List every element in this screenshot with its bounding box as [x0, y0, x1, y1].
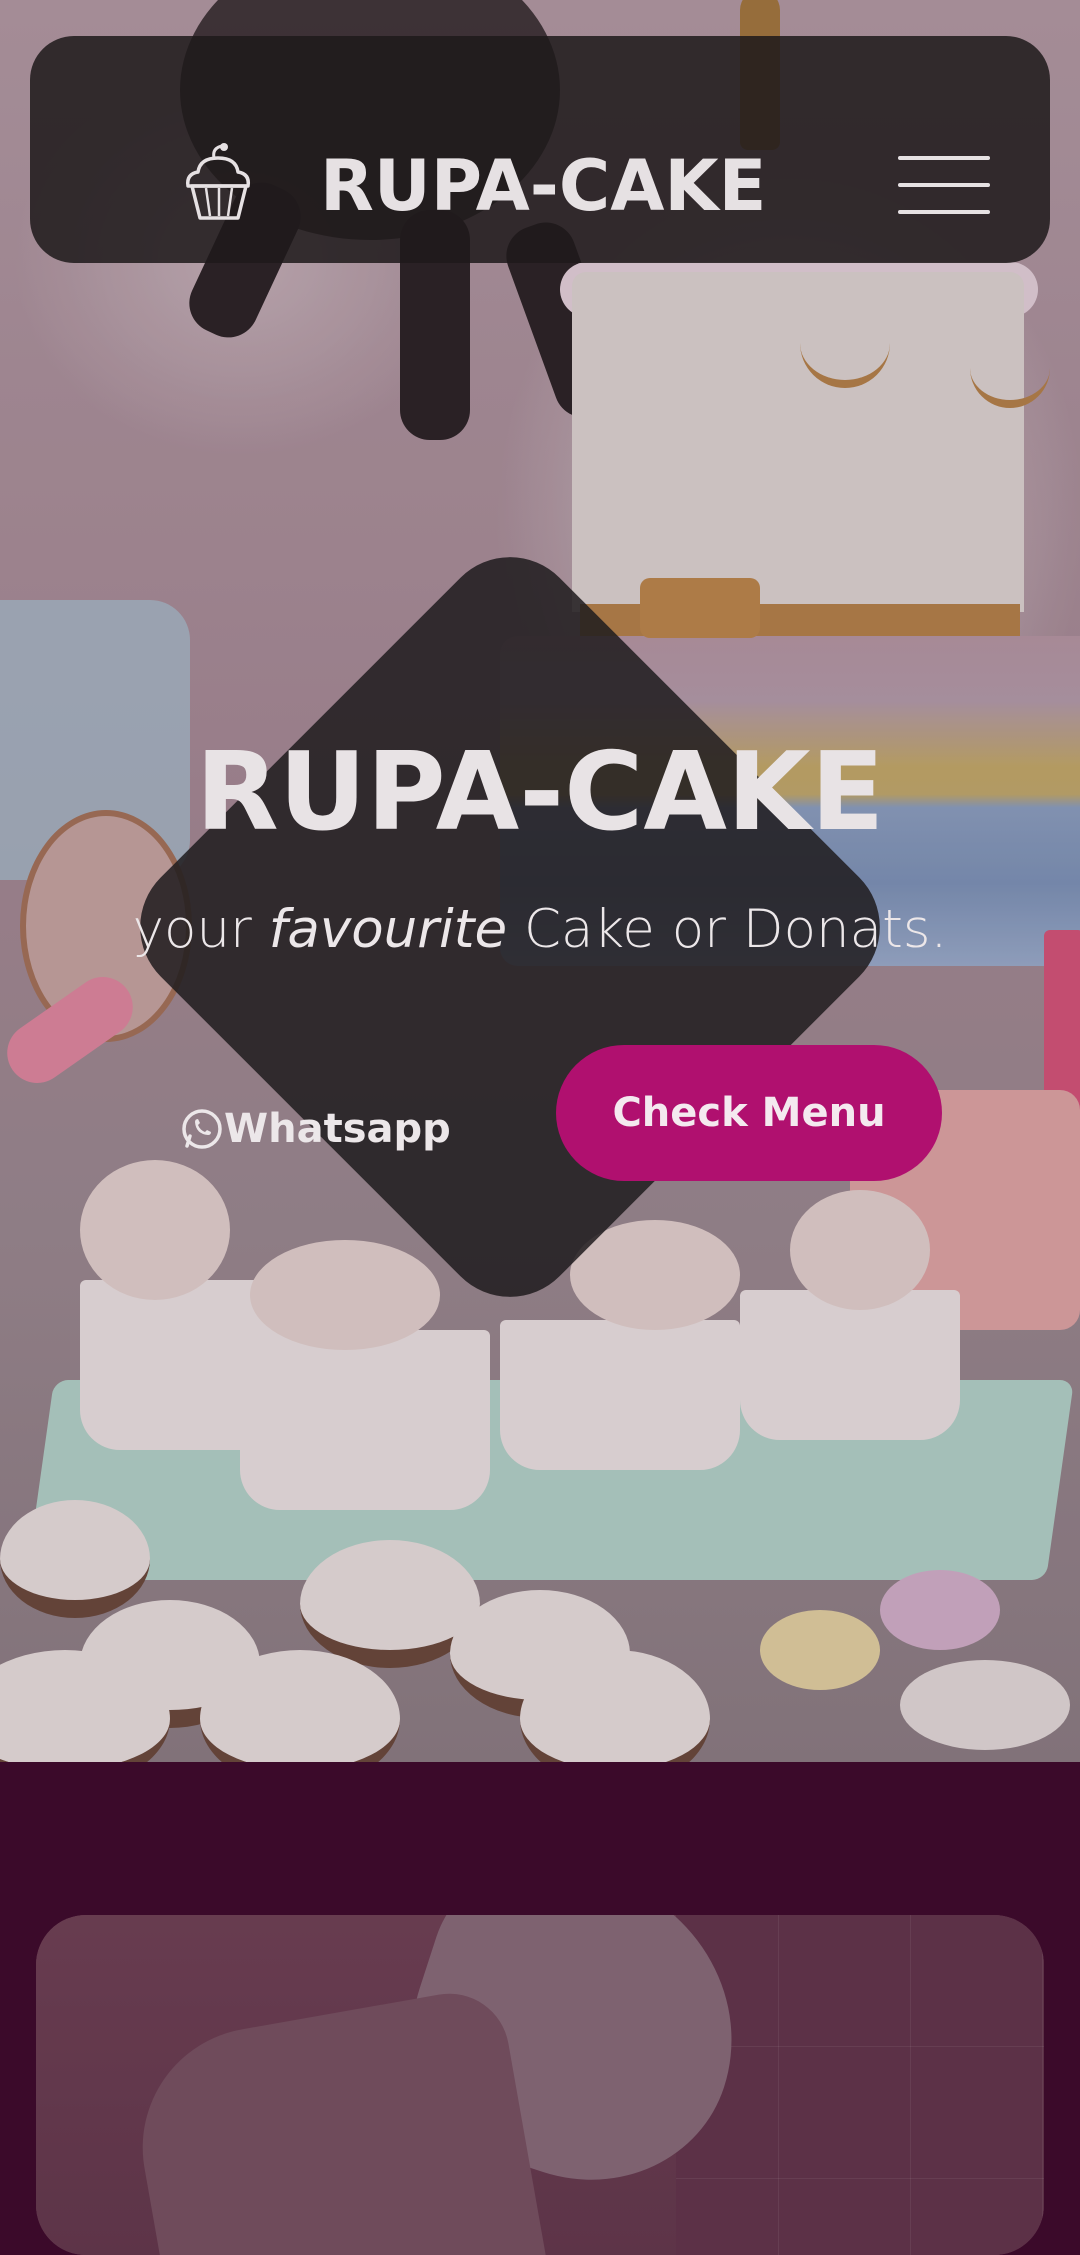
hero-subtitle-start: your — [132, 899, 269, 960]
hero-section: RUPA-CAKE your favourite Cake or Donats.… — [0, 0, 1080, 1762]
whatsapp-label: Whatsapp — [224, 1106, 451, 1152]
menu-line — [898, 183, 990, 187]
navbar: RUPA-CAKE — [30, 36, 1050, 263]
baker-image-card — [36, 1915, 1044, 2255]
menu-line — [898, 156, 990, 160]
menu-line — [898, 210, 990, 214]
cupcake-icon[interactable] — [182, 142, 256, 224]
whatsapp-link[interactable]: Whatsapp — [180, 1094, 451, 1164]
hamburger-menu-icon[interactable] — [898, 156, 990, 214]
about-section — [0, 1762, 1080, 2255]
check-menu-button[interactable]: Check Menu — [556, 1045, 942, 1181]
hero-subtitle-emphasis: favourite — [268, 899, 508, 960]
card-shade — [36, 1915, 1044, 2255]
hero-subtitle-end: Cake or Donats. — [507, 899, 948, 960]
hero-title: RUPA-CAKE — [195, 730, 885, 855]
brand-name[interactable]: RUPA-CAKE — [320, 144, 766, 228]
hero-subtitle: your favourite Cake or Donats. — [0, 890, 1080, 970]
whatsapp-icon — [182, 1109, 222, 1149]
